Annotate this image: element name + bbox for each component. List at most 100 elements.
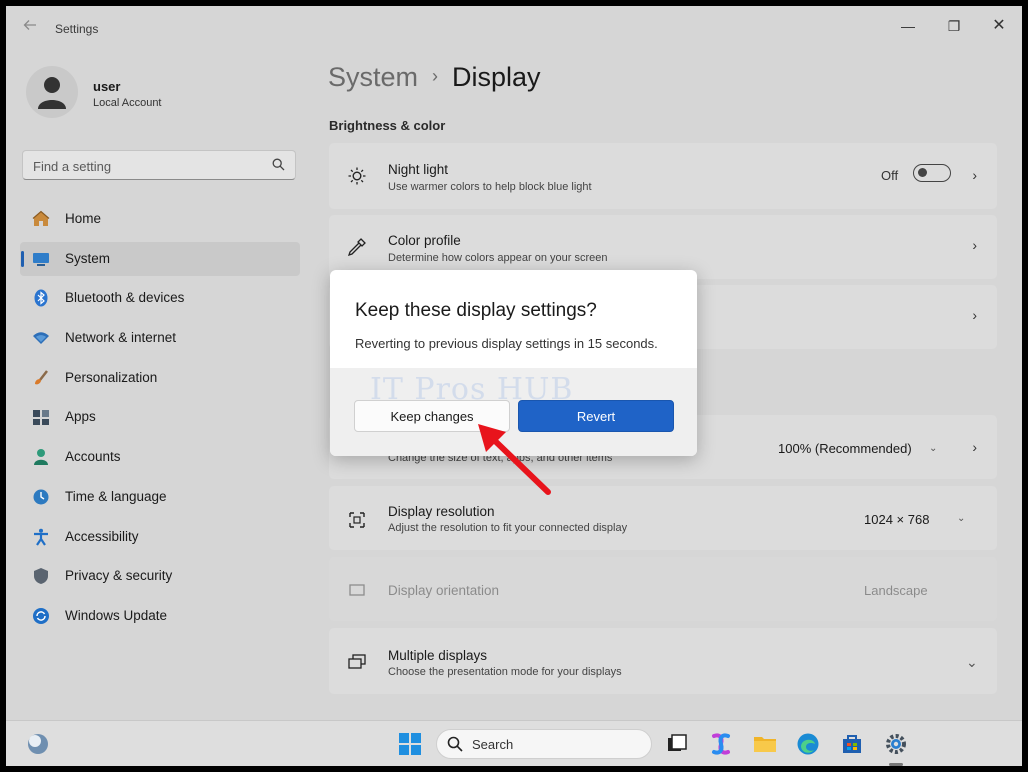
night-light-title: Night light xyxy=(388,162,449,177)
sidebar-item-home[interactable]: Home xyxy=(20,202,300,236)
search-icon xyxy=(272,158,285,171)
orientation-icon xyxy=(349,584,365,596)
settings-icon[interactable] xyxy=(884,732,908,756)
multiple-displays-desc: Choose the presentation mode for your di… xyxy=(388,666,622,678)
privacy-icon xyxy=(34,568,48,585)
night-light-desc: Use warmer colors to help block blue lig… xyxy=(388,181,592,193)
close-button[interactable]: ✕ xyxy=(979,12,1019,40)
sidebar-item-label: Bluetooth & devices xyxy=(65,290,185,306)
sidebar-item-label: Accounts xyxy=(65,449,121,465)
personalization-icon xyxy=(35,369,48,385)
taskbar-search[interactable]: Search xyxy=(436,729,652,759)
sidebar-item-apps[interactable]: Apps xyxy=(20,400,300,434)
sidebar-nav: Home System Bluetooth & devices Network … xyxy=(20,202,300,639)
copilot-icon[interactable] xyxy=(709,732,733,756)
bluetooth-icon xyxy=(34,289,48,307)
maximize-button[interactable]: ❐ xyxy=(934,12,974,40)
color-profile-title: Color profile xyxy=(388,233,461,248)
sidebar-item-label: Privacy & security xyxy=(65,568,173,584)
sidebar-item-network[interactable]: Network & internet xyxy=(20,321,300,355)
taskbar: Search xyxy=(6,720,1022,766)
chevron-down-icon[interactable]: ⌄ xyxy=(929,443,937,454)
windows-update-icon xyxy=(33,607,49,624)
orientation-title: Display orientation xyxy=(388,583,500,598)
sidebar-item-privacy[interactable]: Privacy & security xyxy=(20,559,300,593)
start-icon[interactable] xyxy=(398,732,422,756)
file-explorer-icon[interactable] xyxy=(753,732,777,756)
resolution-card[interactable]: Display resolution Adjust the resolution… xyxy=(329,486,997,550)
dialog-title: Keep these display settings? xyxy=(355,300,597,321)
back-arrow-icon xyxy=(23,20,36,30)
sidebar-item-label: Network & internet xyxy=(65,330,177,346)
multiple-displays-card[interactable]: Multiple displays Choose the presentatio… xyxy=(329,628,997,694)
chevron-right-icon[interactable]: › xyxy=(972,237,977,253)
widgets-icon[interactable] xyxy=(26,732,50,756)
accessibility-icon xyxy=(34,528,48,546)
resolution-value[interactable]: 1024 × 768 xyxy=(864,512,929,527)
sidebar-item-accounts[interactable]: Accounts xyxy=(20,440,300,474)
home-icon xyxy=(32,210,50,226)
breadcrumb-parent[interactable]: System xyxy=(328,62,418,92)
chevron-down-icon[interactable]: ⌄ xyxy=(966,654,978,671)
toggle-knob xyxy=(918,168,927,177)
user-icon xyxy=(38,77,66,109)
chevron-right-icon[interactable]: › xyxy=(972,439,977,455)
sidebar-item-personalization[interactable]: Personalization xyxy=(20,361,300,395)
resolution-title: Display resolution xyxy=(388,504,495,519)
title-bar: Settings — ❐ ✕ xyxy=(6,6,1022,50)
annotation-arrow-icon xyxy=(478,424,551,495)
sidebar-item-system[interactable]: System xyxy=(20,241,300,276)
active-app-indicator xyxy=(889,763,903,766)
sidebar: user Local Account Home System Bluetooth… xyxy=(6,50,316,720)
night-light-toggle[interactable] xyxy=(913,164,951,182)
search-input[interactable] xyxy=(31,156,265,176)
orientation-value[interactable]: Landscape xyxy=(864,583,928,598)
page-title: Display xyxy=(452,62,541,92)
multiple-displays-title: Multiple displays xyxy=(388,648,488,663)
back-button[interactable] xyxy=(20,18,40,38)
chevron-right-icon[interactable]: › xyxy=(972,307,977,323)
taskbar-search-label: Search xyxy=(472,737,514,752)
sidebar-item-label: Apps xyxy=(65,409,96,425)
resolution-desc: Adjust the resolution to fit your connec… xyxy=(388,522,628,534)
resolution-icon xyxy=(349,512,365,528)
sidebar-item-accessibility[interactable]: Accessibility xyxy=(20,520,300,554)
dialog-message: Reverting to previous display settings i… xyxy=(355,336,658,351)
system-icon xyxy=(33,252,49,266)
sidebar-item-label: Accessibility xyxy=(65,528,139,544)
sidebar-item-time-language[interactable]: Time & language xyxy=(20,480,300,514)
minimize-button[interactable]: — xyxy=(888,12,928,40)
scale-value[interactable]: 100% (Recommended) xyxy=(778,441,912,456)
chevron-down-icon[interactable]: ⌄ xyxy=(957,513,965,524)
search-box[interactable] xyxy=(22,150,296,180)
avatar[interactable] xyxy=(26,66,78,118)
night-light-icon xyxy=(348,167,366,185)
task-view-icon[interactable] xyxy=(665,732,689,756)
store-icon[interactable] xyxy=(840,732,864,756)
accounts-icon xyxy=(34,449,48,466)
active-indicator xyxy=(21,250,24,267)
time-language-icon xyxy=(33,489,49,505)
apps-icon xyxy=(33,410,49,426)
network-icon xyxy=(33,332,49,345)
app-title: Settings xyxy=(55,22,99,36)
color-profile-desc: Determine how colors appear on your scre… xyxy=(388,252,608,264)
settings-window: Settings — ❐ ✕ user Local Account Home xyxy=(6,6,1022,766)
section-title-brightness: Brightness & color xyxy=(329,118,446,133)
sidebar-item-label: Personalization xyxy=(65,369,158,385)
edge-icon[interactable] xyxy=(796,732,820,756)
sidebar-item-label: Home xyxy=(65,211,102,226)
sidebar-item-bluetooth[interactable]: Bluetooth & devices xyxy=(20,281,300,315)
search-icon xyxy=(447,736,463,752)
user-name: user xyxy=(93,79,121,94)
eyedropper-icon xyxy=(347,238,366,257)
breadcrumb: System › Display xyxy=(328,62,541,93)
sidebar-item-label: Windows Update xyxy=(65,607,168,623)
account-type: Local Account xyxy=(93,97,162,109)
chevron-right-icon[interactable]: › xyxy=(972,167,977,183)
multiple-displays-icon xyxy=(348,654,366,669)
night-light-card[interactable]: Night light Use warmer colors to help bl… xyxy=(329,143,997,209)
orientation-card[interactable]: Display orientation Landscape xyxy=(329,557,997,621)
sidebar-item-windows-update[interactable]: Windows Update xyxy=(20,599,300,633)
breadcrumb-separator: › xyxy=(432,66,439,86)
